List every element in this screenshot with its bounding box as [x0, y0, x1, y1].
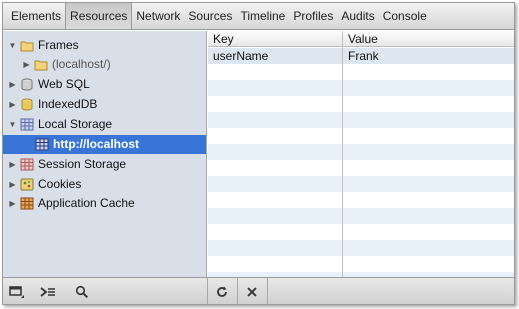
tab-network[interactable]: Network	[132, 3, 184, 29]
empty-row	[208, 224, 514, 240]
database-icon	[20, 78, 34, 91]
table-row[interactable]: userName Frank	[208, 48, 514, 64]
tab-timeline[interactable]: Timeline	[236, 3, 289, 29]
sidebar-item-cookies[interactable]: ▶ Cookies	[3, 175, 206, 194]
column-header-value[interactable]: Value	[348, 32, 378, 46]
tab-audits[interactable]: Audits	[337, 3, 378, 29]
storage-grid-icon	[20, 118, 34, 131]
search-icon	[75, 285, 89, 302]
empty-row	[208, 256, 514, 272]
column-divider[interactable]	[342, 31, 343, 277]
tab-resources[interactable]: Resources	[65, 3, 133, 29]
cell-value[interactable]: Frank	[348, 48, 379, 64]
status-divider	[237, 278, 238, 304]
search-button[interactable]	[71, 284, 93, 302]
empty-row	[208, 240, 514, 256]
empty-row	[208, 64, 514, 80]
empty-row	[208, 80, 514, 96]
sidebar-item-label: http://localhost	[53, 137, 139, 151]
sidebar-item-indexeddb[interactable]: ▶ IndexedDB	[3, 95, 206, 114]
folder-icon	[34, 58, 48, 71]
tab-elements[interactable]: Elements	[7, 3, 65, 29]
devtools-window: Elements Resources Network Sources Timel…	[2, 2, 515, 305]
dock-to-main-button[interactable]	[6, 284, 28, 302]
empty-row	[208, 144, 514, 160]
tab-profiles[interactable]: Profiles	[289, 3, 337, 29]
empty-row	[208, 208, 514, 224]
expanded-triangle-icon[interactable]: ▼	[8, 120, 17, 129]
tab-sources[interactable]: Sources	[184, 3, 236, 29]
sidebar-item-local-storage[interactable]: ▼ Local Storage	[3, 115, 206, 134]
column-header-key[interactable]: Key	[213, 32, 234, 46]
empty-row	[208, 176, 514, 192]
sidebar-item-label: Application Cache	[38, 196, 135, 210]
refresh-button[interactable]	[211, 284, 233, 302]
show-console-button[interactable]	[37, 284, 59, 302]
expanded-triangle-icon[interactable]: ▼	[8, 41, 17, 50]
status-divider	[267, 278, 268, 304]
refresh-icon	[215, 285, 229, 302]
delete-icon	[246, 286, 258, 301]
grid-header: Key Value	[208, 31, 514, 47]
storage-grid-icon	[35, 138, 49, 151]
folder-icon	[20, 39, 34, 52]
sidebar-item-frames[interactable]: ▼ Frames	[3, 36, 206, 55]
collapsed-triangle-icon[interactable]: ▶	[8, 199, 17, 208]
panel-toolbar: Elements Resources Network Sources Timel…	[3, 3, 514, 30]
cookie-icon	[20, 178, 34, 191]
collapsed-triangle-icon[interactable]: ▶	[8, 80, 17, 89]
storage-data-grid: Key Value userName Frank	[208, 31, 514, 277]
status-bar	[3, 277, 514, 304]
empty-row	[208, 160, 514, 176]
dock-icon	[8, 285, 26, 302]
session-storage-icon	[20, 158, 34, 171]
resources-sidebar: ▼ Frames ▶ (localhost/) ▶ Web SQL ▶ Inde…	[3, 31, 207, 277]
cell-key[interactable]: userName	[213, 48, 268, 64]
collapsed-triangle-icon[interactable]: ▶	[22, 60, 31, 69]
delete-button[interactable]	[241, 284, 263, 302]
sidebar-item-http-localhost[interactable]: http://localhost	[3, 135, 206, 154]
empty-row	[208, 96, 514, 112]
status-divider	[207, 278, 208, 304]
empty-row	[208, 192, 514, 208]
sidebar-item-label: Cookies	[38, 177, 82, 191]
sidebar-item-label: Session Storage	[38, 157, 127, 171]
sidebar-item-session-storage[interactable]: ▶ Session Storage	[3, 155, 206, 174]
empty-row	[208, 112, 514, 128]
collapsed-triangle-icon[interactable]: ▶	[8, 100, 17, 109]
app-cache-icon	[20, 197, 34, 210]
sidebar-item-label: Frames	[38, 38, 79, 52]
tab-console[interactable]: Console	[379, 3, 431, 29]
sidebar-item-web-sql[interactable]: ▶ Web SQL	[3, 75, 206, 94]
sidebar-item-label: IndexedDB	[38, 97, 98, 111]
sidebar-item-label: (localhost/)	[52, 57, 111, 71]
collapsed-triangle-icon[interactable]: ▶	[8, 180, 17, 189]
empty-row	[208, 128, 514, 144]
sidebar-item-localhost-frame[interactable]: ▶ (localhost/)	[3, 55, 206, 74]
sidebar-item-application-cache[interactable]: ▶ Application Cache	[3, 194, 206, 213]
database-icon	[20, 98, 34, 111]
sidebar-item-label: Web SQL	[38, 77, 90, 91]
console-icon	[39, 285, 57, 302]
collapsed-triangle-icon[interactable]: ▶	[8, 160, 17, 169]
sidebar-item-label: Local Storage	[38, 117, 113, 131]
